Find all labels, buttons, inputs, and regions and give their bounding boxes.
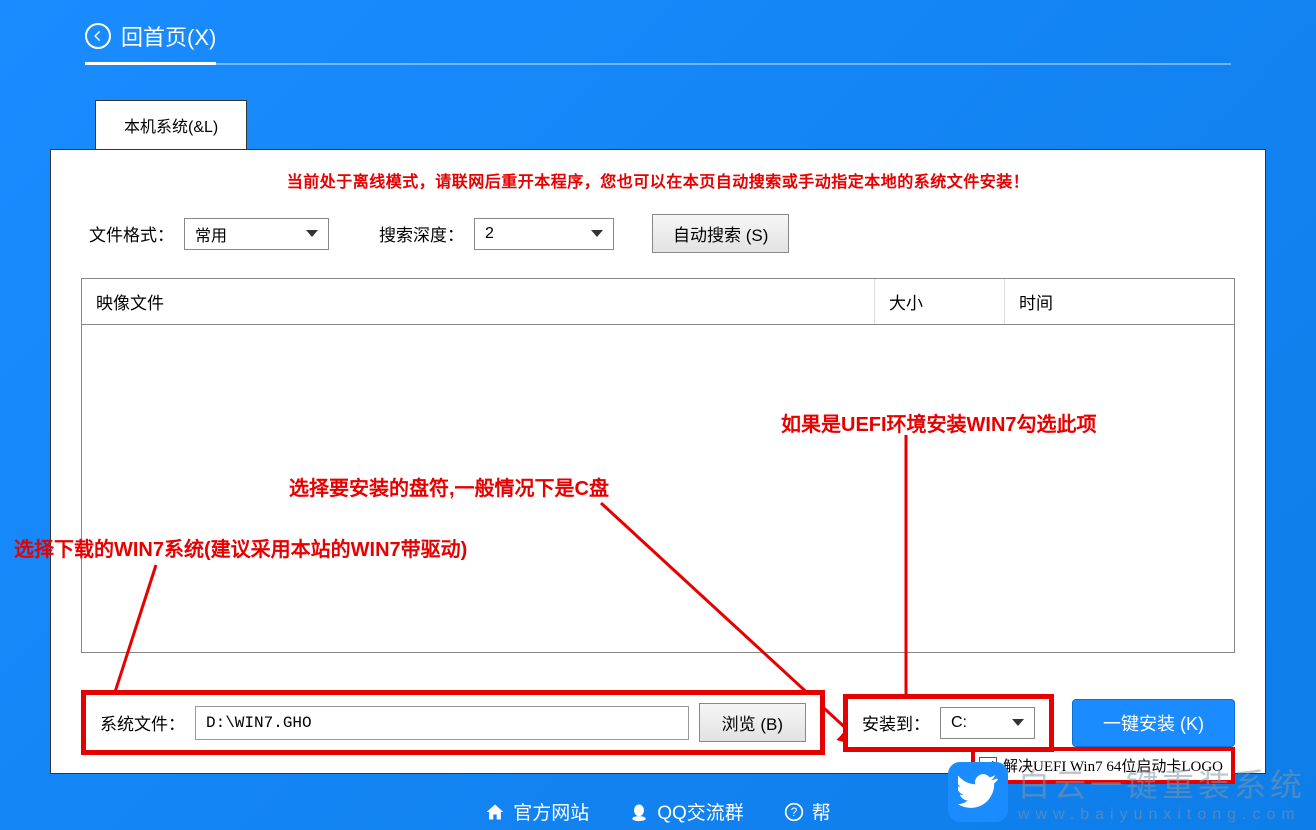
official-site-link[interactable]: 官方网站	[485, 798, 589, 825]
header-divider	[85, 63, 1231, 65]
chevron-down-icon	[591, 230, 603, 237]
uefi-fix-label: 解决UEFI Win7 64位启动卡LOGO	[1003, 755, 1223, 776]
back-home-label: 回首页(X)	[121, 20, 216, 52]
help-link[interactable]: ? 帮	[784, 798, 831, 825]
system-file-label: 系统文件：	[100, 710, 185, 735]
install-target-box: 安装到： C:	[843, 694, 1054, 752]
col-image-file: 映像文件	[82, 279, 874, 324]
search-depth-select[interactable]: 2	[474, 218, 614, 250]
footer-links: 官方网站 QQ交流群 ? 帮	[0, 798, 1316, 825]
qq-group-label: QQ交流群	[657, 798, 744, 825]
svg-text:?: ?	[791, 806, 798, 819]
back-home-button[interactable]: 回首页(X)	[85, 20, 216, 65]
browse-label: 浏览 (B)	[722, 715, 783, 734]
qq-group-link[interactable]: QQ交流群	[629, 798, 744, 825]
auto-search-button[interactable]: 自动搜索 (S)	[652, 214, 789, 253]
search-depth-label: 搜索深度：	[379, 221, 464, 246]
file-format-label: 文件格式：	[89, 221, 174, 246]
col-size: 大小	[874, 279, 1004, 324]
chevron-down-icon	[1012, 719, 1024, 726]
system-file-box: 系统文件： 浏览 (B)	[81, 690, 825, 755]
filter-row: 文件格式： 常用 搜索深度： 2 自动搜索 (S)	[81, 214, 1235, 253]
uefi-fix-checkbox[interactable]	[979, 757, 997, 775]
offline-warning: 当前处于离线模式，请联网后重开本程序，您也可以在本页自动搜索或手动指定本地的系统…	[81, 168, 1235, 192]
help-label: 帮	[812, 798, 831, 825]
table-header: 映像文件 大小 时间	[82, 279, 1234, 325]
home-icon	[485, 802, 505, 822]
install-button-label: 一键安装 (K)	[1103, 714, 1204, 734]
col-time: 时间	[1004, 279, 1234, 324]
file-format-value: 常用	[195, 222, 227, 246]
one-click-install-button[interactable]: 一键安装 (K)	[1072, 699, 1235, 747]
install-to-label: 安装到：	[862, 710, 930, 735]
help-icon: ?	[784, 802, 804, 822]
back-arrow-icon	[85, 23, 111, 49]
file-format-select[interactable]: 常用	[184, 218, 329, 250]
system-file-input[interactable]	[195, 706, 689, 740]
install-to-value: C:	[951, 714, 967, 732]
tab-label: 本机系统(&L)	[124, 119, 218, 136]
browse-button[interactable]: 浏览 (B)	[699, 703, 806, 742]
official-site-label: 官方网站	[513, 798, 589, 825]
search-depth-value: 2	[485, 225, 494, 243]
chevron-down-icon	[306, 230, 318, 237]
panel-body: 当前处于离线模式，请联网后重开本程序，您也可以在本页自动搜索或手动指定本地的系统…	[50, 149, 1266, 774]
bottom-controls: 系统文件： 浏览 (B) 安装到： C: 一键安装 (K)	[81, 690, 1235, 755]
image-file-table[interactable]: 映像文件 大小 时间	[81, 278, 1235, 653]
qq-icon	[629, 802, 649, 822]
tab-local-system[interactable]: 本机系统(&L)	[95, 100, 247, 149]
auto-search-label: 自动搜索 (S)	[673, 226, 768, 245]
install-to-select[interactable]: C:	[940, 707, 1035, 739]
